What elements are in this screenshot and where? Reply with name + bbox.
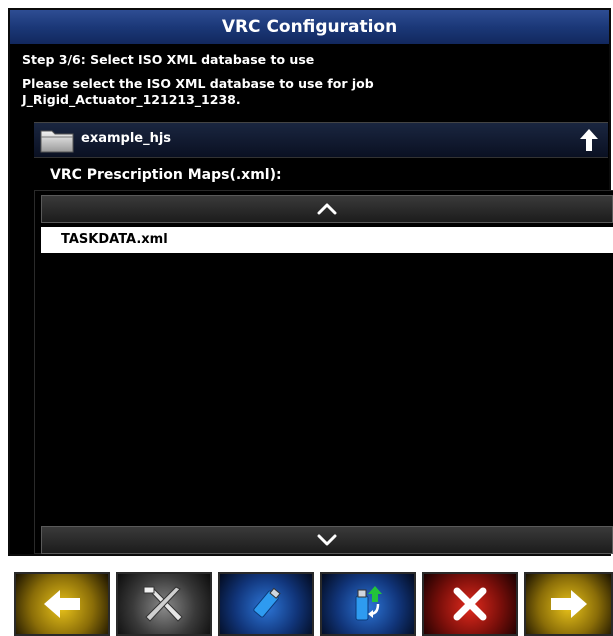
back-button[interactable] — [14, 572, 110, 636]
prescription-maps-label: VRC Prescription Maps(.xml): — [50, 167, 282, 183]
instruction-line-2: J_Rigid_Actuator_121213_1238. — [22, 92, 241, 107]
step-indicator: Step 3/6: Select ISO XML database to use — [22, 52, 315, 67]
folder-icon — [40, 127, 74, 153]
chevron-up-icon — [317, 203, 337, 215]
current-folder-name: example_hjs — [81, 131, 172, 146]
current-folder-bar: example_hjs — [34, 122, 608, 158]
scroll-up-button[interactable] — [41, 195, 613, 223]
cancel-button[interactable] — [422, 572, 518, 636]
tools-button[interactable] — [116, 572, 212, 636]
instruction-text: Please select the ISO XML database to us… — [22, 76, 582, 108]
next-button[interactable] — [524, 572, 613, 636]
folder-up-button[interactable] — [576, 127, 602, 153]
usb-drive-button[interactable] — [218, 572, 314, 636]
instruction-line-1: Please select the ISO XML database to us… — [22, 76, 374, 91]
folder-up-icon — [580, 129, 598, 151]
list-item[interactable]: TASKDATA.xml — [41, 227, 613, 253]
cancel-icon — [453, 587, 487, 621]
usb-import-icon — [355, 586, 382, 621]
scroll-down-button[interactable] — [41, 526, 613, 554]
chevron-down-icon — [317, 534, 337, 546]
usb-drive-icon — [253, 587, 281, 618]
back-arrow-icon — [44, 590, 80, 618]
window-title: VRC Configuration — [10, 10, 609, 44]
tools-icon — [143, 586, 183, 622]
vrc-configuration-window: VRC Configuration Step 3/6: Select ISO X… — [8, 8, 613, 556]
bottom-toolbar — [14, 572, 613, 636]
usb-import-button[interactable] — [320, 572, 416, 636]
next-arrow-icon — [550, 590, 587, 618]
prescription-maps-list: TASKDATA.xml — [34, 190, 613, 554]
